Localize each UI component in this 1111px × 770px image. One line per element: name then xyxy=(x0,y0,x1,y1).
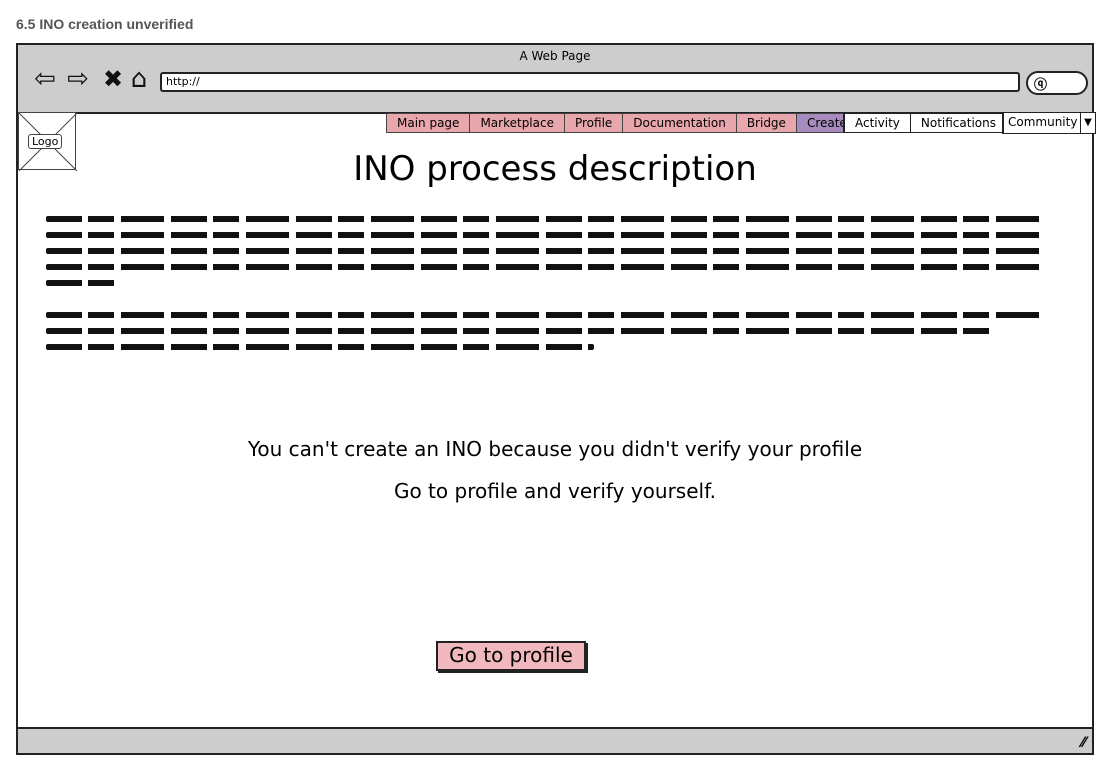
community-dropdown[interactable]: Community xyxy=(1002,112,1085,134)
placeholder-text-line xyxy=(46,328,996,334)
placeholder-text-line xyxy=(46,248,1041,254)
status-bar: ⁄⁄ xyxy=(18,727,1092,753)
forward-arrow-icon[interactable]: ⇨ xyxy=(63,64,93,94)
logo-label: Logo xyxy=(28,134,63,149)
nav-item-marketplace[interactable]: Marketplace xyxy=(470,113,565,133)
placeholder-text-line xyxy=(46,344,594,350)
home-icon[interactable]: ⌂ xyxy=(124,64,154,94)
browser-chrome: A Web Page ⇦ ⇨ ✖ ⌂ http:// ⓠ xyxy=(18,45,1092,114)
back-arrow-icon[interactable]: ⇦ xyxy=(30,64,60,94)
nav-item-documentation[interactable]: Documentation xyxy=(623,113,737,133)
nav-item-activity[interactable]: Activity xyxy=(843,113,911,133)
nav-item-profile[interactable]: Profile xyxy=(564,113,624,133)
placeholder-text-line xyxy=(46,312,1041,318)
placeholder-text-line xyxy=(46,280,116,286)
unverified-message: You can't create an INO because you didn… xyxy=(247,437,863,461)
search-box[interactable]: ⓠ xyxy=(1026,71,1088,95)
nav-item-main-page[interactable]: Main page xyxy=(386,113,471,133)
resize-grip-icon[interactable]: ⁄⁄ xyxy=(1081,735,1086,751)
placeholder-text-line xyxy=(46,216,1041,222)
go-to-profile-button[interactable]: Go to profile xyxy=(436,641,586,671)
verify-instruction: Go to profile and verify yourself. xyxy=(393,479,717,503)
nav-item-notifications[interactable]: Notifications xyxy=(910,113,1008,133)
address-bar[interactable]: http:// xyxy=(160,72,1020,92)
search-icon: ⓠ xyxy=(1034,78,1048,93)
window-title: A Web Page xyxy=(519,49,591,63)
page-title: INO process description xyxy=(353,149,757,189)
page-label: 6.5 INO creation unverified xyxy=(16,16,194,32)
nav-item-bridge[interactable]: Bridge xyxy=(736,113,797,133)
placeholder-text-line xyxy=(46,232,1041,238)
main-navbar: Main page Marketplace Profile Documentat… xyxy=(386,113,858,133)
chevron-down-icon[interactable]: ▼ xyxy=(1080,112,1096,134)
browser-window: A Web Page ⇦ ⇨ ✖ ⌂ http:// ⓠ Logo Main p… xyxy=(16,43,1096,755)
user-navbar: Activity Notifications xyxy=(843,113,1008,133)
placeholder-text-line xyxy=(46,264,1041,270)
